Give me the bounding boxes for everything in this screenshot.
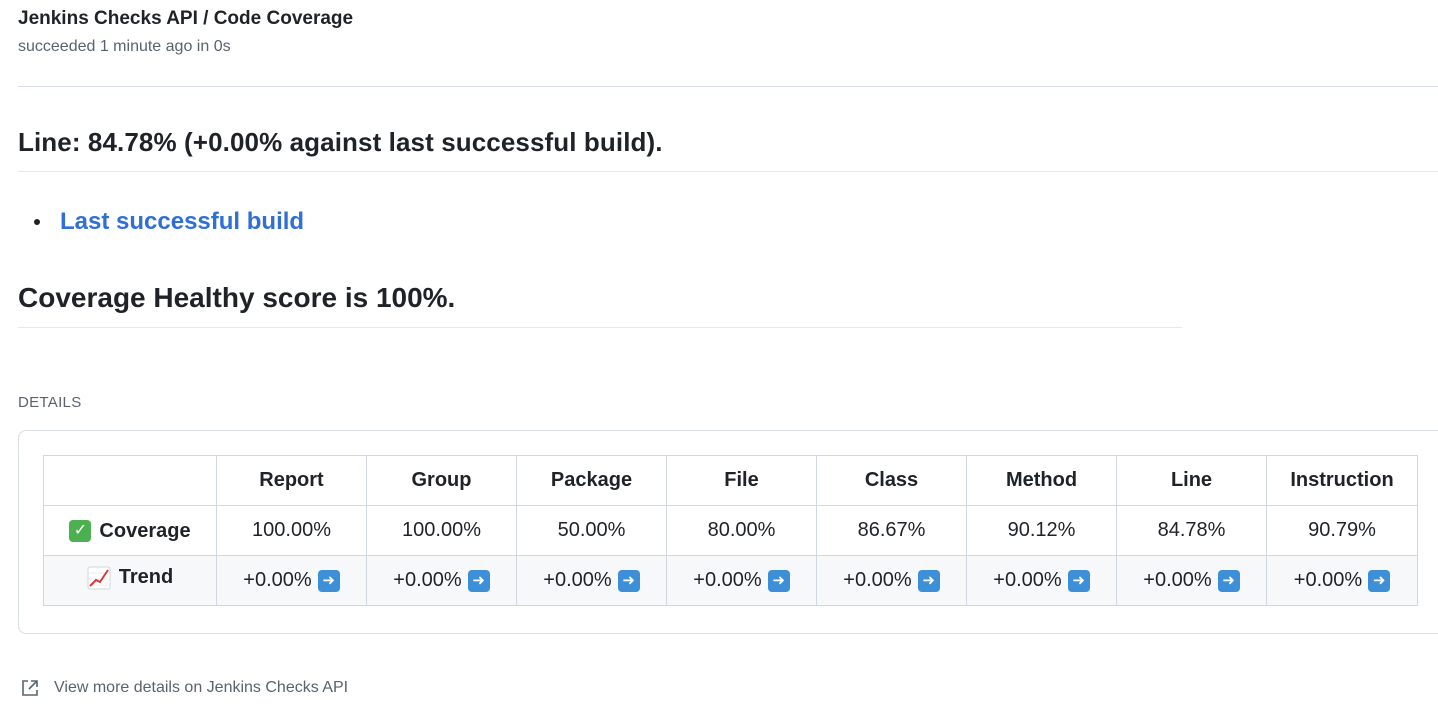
table-cell: 80.00%: [666, 505, 817, 556]
coverage-table: Report Group Package File Class Method L…: [43, 455, 1418, 606]
view-more-details-link[interactable]: View more details on Jenkins Checks API: [20, 678, 348, 698]
table-cell: +0.00% ➜: [1116, 555, 1267, 606]
table-cell: 90.12%: [966, 505, 1117, 556]
table-header: Instruction: [1266, 455, 1418, 506]
check-run-status: succeeded 1 minute ago in 0s: [18, 38, 231, 55]
divider: [18, 86, 1438, 87]
trend-row: Trend +0.00% ➜ +0.00% ➜ +0.00% ➜ +0.00% ➜ +0…: [43, 555, 1418, 606]
row-label: Trend: [118, 566, 174, 588]
table-cell: +0.00% ➜: [816, 555, 967, 606]
table-cell: +0.00% ➜: [1266, 555, 1418, 606]
line-coverage-heading: Line: 84.78% (+0.00% against last succes…: [18, 127, 663, 157]
table-header: File: [666, 455, 817, 506]
summary-link-list: Last successful build: [34, 208, 304, 236]
table-header: Report: [216, 455, 367, 506]
table-cell: 90.79%: [1266, 505, 1418, 556]
right-arrow-icon: ➜: [1217, 569, 1240, 592]
right-arrow-icon: ➜: [317, 569, 340, 592]
right-arrow-icon: ➜: [1067, 569, 1090, 592]
divider: [18, 327, 1182, 328]
trend-value: +0.00%: [993, 569, 1062, 591]
table-cell: +0.00% ➜: [666, 555, 817, 606]
table-cell: +0.00% ➜: [966, 555, 1117, 606]
trend-value: +0.00%: [543, 569, 612, 591]
coverage-row: ✓ Coverage 100.00% 100.00% 50.00% 80.00%…: [43, 505, 1418, 556]
divider: [18, 171, 1438, 172]
table-header-empty: [43, 455, 217, 506]
table-header: Package: [516, 455, 667, 506]
right-arrow-icon: ➜: [1368, 569, 1391, 592]
details-section-label: DETAILS: [18, 394, 82, 411]
last-successful-build-link[interactable]: Last successful build: [60, 208, 304, 236]
trend-value: +0.00%: [243, 569, 312, 591]
row-header-cell: Trend: [43, 555, 217, 606]
list-item: Last successful build: [34, 208, 304, 236]
right-arrow-icon: ➜: [917, 569, 940, 592]
check-run-page: Jenkins Checks API / Code Coverage succe…: [0, 0, 1438, 714]
trend-value: +0.00%: [1293, 569, 1363, 591]
health-score-heading: Coverage Healthy score is 100%.: [18, 282, 456, 313]
table-cell: 100.00%: [216, 505, 367, 556]
table-header: Line: [1116, 455, 1267, 506]
table-cell: +0.00% ➜: [216, 555, 367, 606]
trend-value: +0.00%: [1143, 569, 1212, 591]
right-arrow-icon: ➜: [467, 569, 490, 592]
trend-value: +0.00%: [393, 569, 462, 591]
right-arrow-icon: ➜: [617, 569, 640, 592]
check-mark-icon: ✓: [69, 520, 92, 543]
table-header-row: Report Group Package File Class Method L…: [43, 455, 1418, 506]
row-header-cell: ✓ Coverage: [43, 505, 217, 556]
table-header: Method: [966, 455, 1117, 506]
table-cell: 86.67%: [816, 505, 967, 556]
bullet-icon: [34, 219, 40, 225]
trend-value: +0.00%: [693, 569, 762, 591]
right-arrow-icon: ➜: [767, 569, 790, 592]
table-cell: +0.00% ➜: [366, 555, 517, 606]
table-cell: +0.00% ➜: [516, 555, 667, 606]
table-header: Group: [366, 455, 517, 506]
table-cell: 100.00%: [366, 505, 517, 556]
external-link-icon: [22, 680, 38, 696]
row-label: Coverage: [99, 519, 191, 542]
table-cell: 50.00%: [516, 505, 667, 556]
chart-increasing-icon: [87, 566, 111, 589]
view-more-details-label: View more details on Jenkins Checks API: [54, 679, 349, 696]
check-run-title: Jenkins Checks API / Code Coverage: [18, 8, 354, 29]
table-header: Class: [816, 455, 967, 506]
trend-value: +0.00%: [843, 569, 912, 591]
table-cell: 84.78%: [1116, 505, 1267, 556]
